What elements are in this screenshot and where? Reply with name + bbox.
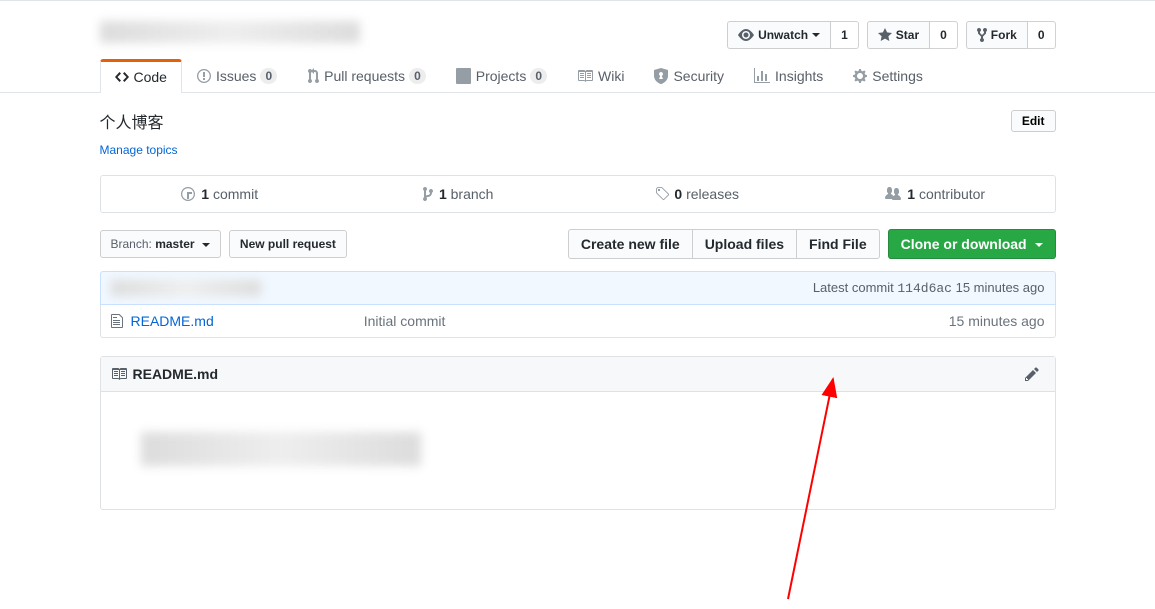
tab-wiki[interactable]: Wiki	[562, 59, 639, 92]
readme-filename: README.md	[133, 366, 219, 382]
star-button[interactable]: Star	[867, 21, 930, 49]
manage-topics-link[interactable]: Manage topics	[100, 143, 178, 157]
issue-icon	[197, 68, 211, 84]
branch-select-button[interactable]: Branch: master	[100, 230, 221, 258]
file-age: 15 minutes ago	[949, 313, 1045, 329]
tab-pulls[interactable]: Pull requests 0	[292, 59, 441, 92]
branch-icon	[423, 186, 433, 202]
commit-sha[interactable]: 114d6ac	[897, 281, 952, 296]
repo-title	[100, 21, 728, 43]
readme-body	[101, 392, 1055, 509]
tab-projects[interactable]: Projects 0	[441, 59, 562, 92]
fork-button[interactable]: Fork	[966, 21, 1028, 49]
pr-icon	[307, 68, 319, 84]
file-row: README.md Initial commit 15 minutes ago	[101, 305, 1055, 337]
graph-icon	[754, 68, 770, 84]
pulls-counter: 0	[409, 68, 426, 84]
star-icon	[878, 27, 892, 43]
tab-insights-label: Insights	[775, 68, 823, 84]
book-icon	[577, 68, 593, 84]
file-commit-msg[interactable]: Initial commit	[214, 313, 949, 329]
readme-header: README.md	[101, 357, 1055, 392]
upload-files-button[interactable]: Upload files	[692, 229, 796, 259]
tab-code[interactable]: Code	[100, 59, 182, 93]
issues-counter: 0	[260, 68, 277, 84]
watch-count[interactable]: 1	[831, 21, 859, 49]
commit-age: 15 minutes ago	[956, 280, 1045, 295]
tab-code-label: Code	[134, 69, 167, 85]
code-icon	[115, 69, 129, 85]
stat-releases[interactable]: 0 releases	[578, 176, 817, 212]
clone-download-button[interactable]: Clone or download	[888, 229, 1056, 259]
new-pr-button[interactable]: New pull request	[229, 230, 347, 258]
tab-projects-label: Projects	[476, 68, 527, 84]
file-name-link[interactable]: README.md	[131, 313, 214, 329]
tab-settings[interactable]: Settings	[838, 59, 938, 92]
fork-count[interactable]: 0	[1028, 21, 1056, 49]
tab-wiki-label: Wiki	[598, 68, 624, 84]
create-file-button[interactable]: Create new file	[568, 229, 692, 259]
star-count[interactable]: 0	[930, 21, 958, 49]
people-icon	[885, 186, 901, 202]
shield-icon	[654, 68, 668, 84]
edit-description-button[interactable]: Edit	[1011, 110, 1056, 132]
project-icon	[456, 68, 471, 84]
unwatch-button[interactable]: Unwatch	[727, 21, 831, 49]
history-icon	[181, 186, 195, 202]
file-icon	[111, 313, 123, 329]
tab-issues[interactable]: Issues 0	[182, 59, 292, 92]
tab-issues-label: Issues	[216, 68, 256, 84]
unwatch-label: Unwatch	[758, 25, 808, 45]
book-icon	[111, 366, 127, 382]
gear-icon	[853, 68, 867, 84]
stat-contributors[interactable]: 1 contributor	[816, 176, 1055, 212]
tab-settings-label: Settings	[872, 68, 923, 84]
projects-counter: 0	[530, 68, 547, 84]
tab-security-label: Security	[673, 68, 724, 84]
commit-tease: Latest commit 114d6ac 15 minutes ago	[100, 271, 1056, 305]
find-file-button[interactable]: Find File	[796, 229, 880, 259]
pencil-icon[interactable]	[1025, 366, 1039, 382]
star-label: Star	[896, 25, 919, 45]
tab-security[interactable]: Security	[639, 59, 739, 92]
tag-icon	[655, 186, 669, 202]
repo-description: 个人博客	[100, 109, 1011, 133]
eye-icon	[738, 27, 754, 43]
tab-insights[interactable]: Insights	[739, 59, 838, 92]
stat-branches[interactable]: 1 branch	[339, 176, 578, 212]
tab-pulls-label: Pull requests	[324, 68, 405, 84]
stat-commits[interactable]: 1 commit	[101, 176, 340, 212]
fork-label: Fork	[991, 25, 1017, 45]
fork-icon	[977, 27, 987, 43]
